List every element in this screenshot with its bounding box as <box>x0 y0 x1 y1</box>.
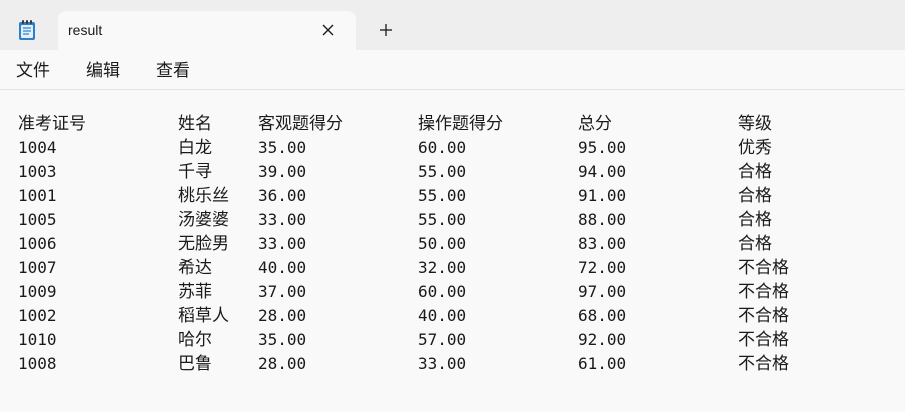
table-cell: 68.00 <box>578 306 627 325</box>
menu-bar: 文件 编辑 查看 <box>0 50 905 90</box>
table-cell: 桃乐丝 <box>178 186 229 206</box>
table-row: 1007 希达 40.00 32.00 72.00 不合格 <box>0 256 905 280</box>
tab-result[interactable]: result <box>58 11 356 50</box>
table-cell: 50.00 <box>418 234 467 253</box>
menu-edit[interactable]: 编辑 <box>86 60 120 82</box>
header-cell: 等级 <box>738 114 772 134</box>
table-cell: 35.00 <box>258 330 307 349</box>
table-cell: 60.00 <box>418 138 467 157</box>
table-cell: 哈尔 <box>178 330 212 350</box>
title-bar: result <box>0 0 905 50</box>
table-cell: 88.00 <box>578 210 627 229</box>
table-cell: 巴鲁 <box>178 354 212 374</box>
table-row: 1004 白龙 35.00 60.00 95.00 优秀 <box>0 136 905 160</box>
plus-icon[interactable] <box>378 22 394 38</box>
table-cell: 无脸男 <box>178 234 229 254</box>
table-cell: 60.00 <box>418 282 467 301</box>
table-cell: 白龙 <box>178 138 212 158</box>
table-cell: 希达 <box>178 258 212 278</box>
table-cell: 35.00 <box>258 138 307 157</box>
table-cell: 1008 <box>18 354 57 373</box>
table-cell: 1005 <box>18 210 57 229</box>
menu-view[interactable]: 查看 <box>156 60 190 82</box>
table-row: 1006 无脸男 33.00 50.00 83.00 合格 <box>0 232 905 256</box>
table-cell: 不合格 <box>738 354 789 374</box>
table-row: 1002 稻草人 28.00 40.00 68.00 不合格 <box>0 304 905 328</box>
table-cell: 40.00 <box>258 258 307 277</box>
table-cell: 95.00 <box>578 138 627 157</box>
table-cell: 92.00 <box>578 330 627 349</box>
table-cell: 40.00 <box>418 306 467 325</box>
table-cell: 汤婆婆 <box>178 210 229 230</box>
table-cell: 稻草人 <box>178 306 229 326</box>
table-cell: 83.00 <box>578 234 627 253</box>
table-cell: 不合格 <box>738 330 789 350</box>
notepad-icon <box>19 20 35 40</box>
header-cell: 准考证号 <box>18 114 86 134</box>
table-cell: 优秀 <box>738 138 772 158</box>
table-cell: 1001 <box>18 186 57 205</box>
table-cell: 55.00 <box>418 210 467 229</box>
table-row: 1001 桃乐丝 36.00 55.00 91.00 合格 <box>0 184 905 208</box>
table-cell: 32.00 <box>418 258 467 277</box>
table-cell: 不合格 <box>738 306 789 326</box>
text-editor[interactable]: 准考证号 姓名 客观题得分 操作题得分 总分 等级 1004 白龙 35.00 60.… <box>0 91 905 412</box>
table-cell: 合格 <box>738 234 772 254</box>
table-cell: 1006 <box>18 234 57 253</box>
table-row: 1008 巴鲁 28.00 33.00 61.00 不合格 <box>0 352 905 376</box>
close-icon[interactable] <box>321 23 335 37</box>
table-cell: 合格 <box>738 162 772 182</box>
table-cell: 1003 <box>18 162 57 181</box>
header-cell: 操作题得分 <box>418 114 503 134</box>
table-cell: 1004 <box>18 138 57 157</box>
table-cell: 合格 <box>738 210 772 230</box>
table-cell: 1002 <box>18 306 57 325</box>
table-cell: 千寻 <box>178 162 212 182</box>
table-cell: 72.00 <box>578 258 627 277</box>
table-cell: 61.00 <box>578 354 627 373</box>
table-cell: 33.00 <box>418 354 467 373</box>
menu-file[interactable]: 文件 <box>16 60 50 82</box>
table-cell: 37.00 <box>258 282 307 301</box>
header-cell: 姓名 <box>178 114 212 134</box>
header-cell: 客观题得分 <box>258 114 343 134</box>
table-cell: 57.00 <box>418 330 467 349</box>
table-cell: 合格 <box>738 186 772 206</box>
table-cell: 55.00 <box>418 186 467 205</box>
table-cell: 28.00 <box>258 306 307 325</box>
table-cell: 91.00 <box>578 186 627 205</box>
table-cell: 苏菲 <box>178 282 212 302</box>
table-row: 1009 苏菲 37.00 60.00 97.00 不合格 <box>0 280 905 304</box>
table-row: 1003 千寻 39.00 55.00 94.00 合格 <box>0 160 905 184</box>
table-row: 1010 哈尔 35.00 57.00 92.00 不合格 <box>0 328 905 352</box>
table-cell: 39.00 <box>258 162 307 181</box>
table-header-row: 准考证号 姓名 客观题得分 操作题得分 总分 等级 <box>0 112 905 136</box>
table-cell: 1007 <box>18 258 57 277</box>
table-cell: 不合格 <box>738 258 789 278</box>
table-row: 1005 汤婆婆 33.00 55.00 88.00 合格 <box>0 208 905 232</box>
table-cell: 28.00 <box>258 354 307 373</box>
table-cell: 55.00 <box>418 162 467 181</box>
tab-label: result <box>68 22 103 38</box>
table-cell: 33.00 <box>258 234 307 253</box>
table-cell: 1009 <box>18 282 57 301</box>
table-cell: 不合格 <box>738 282 789 302</box>
table-cell: 1010 <box>18 330 57 349</box>
table-cell: 94.00 <box>578 162 627 181</box>
table-cell: 33.00 <box>258 210 307 229</box>
header-cell: 总分 <box>578 114 612 134</box>
table-cell: 97.00 <box>578 282 627 301</box>
table-cell: 36.00 <box>258 186 307 205</box>
